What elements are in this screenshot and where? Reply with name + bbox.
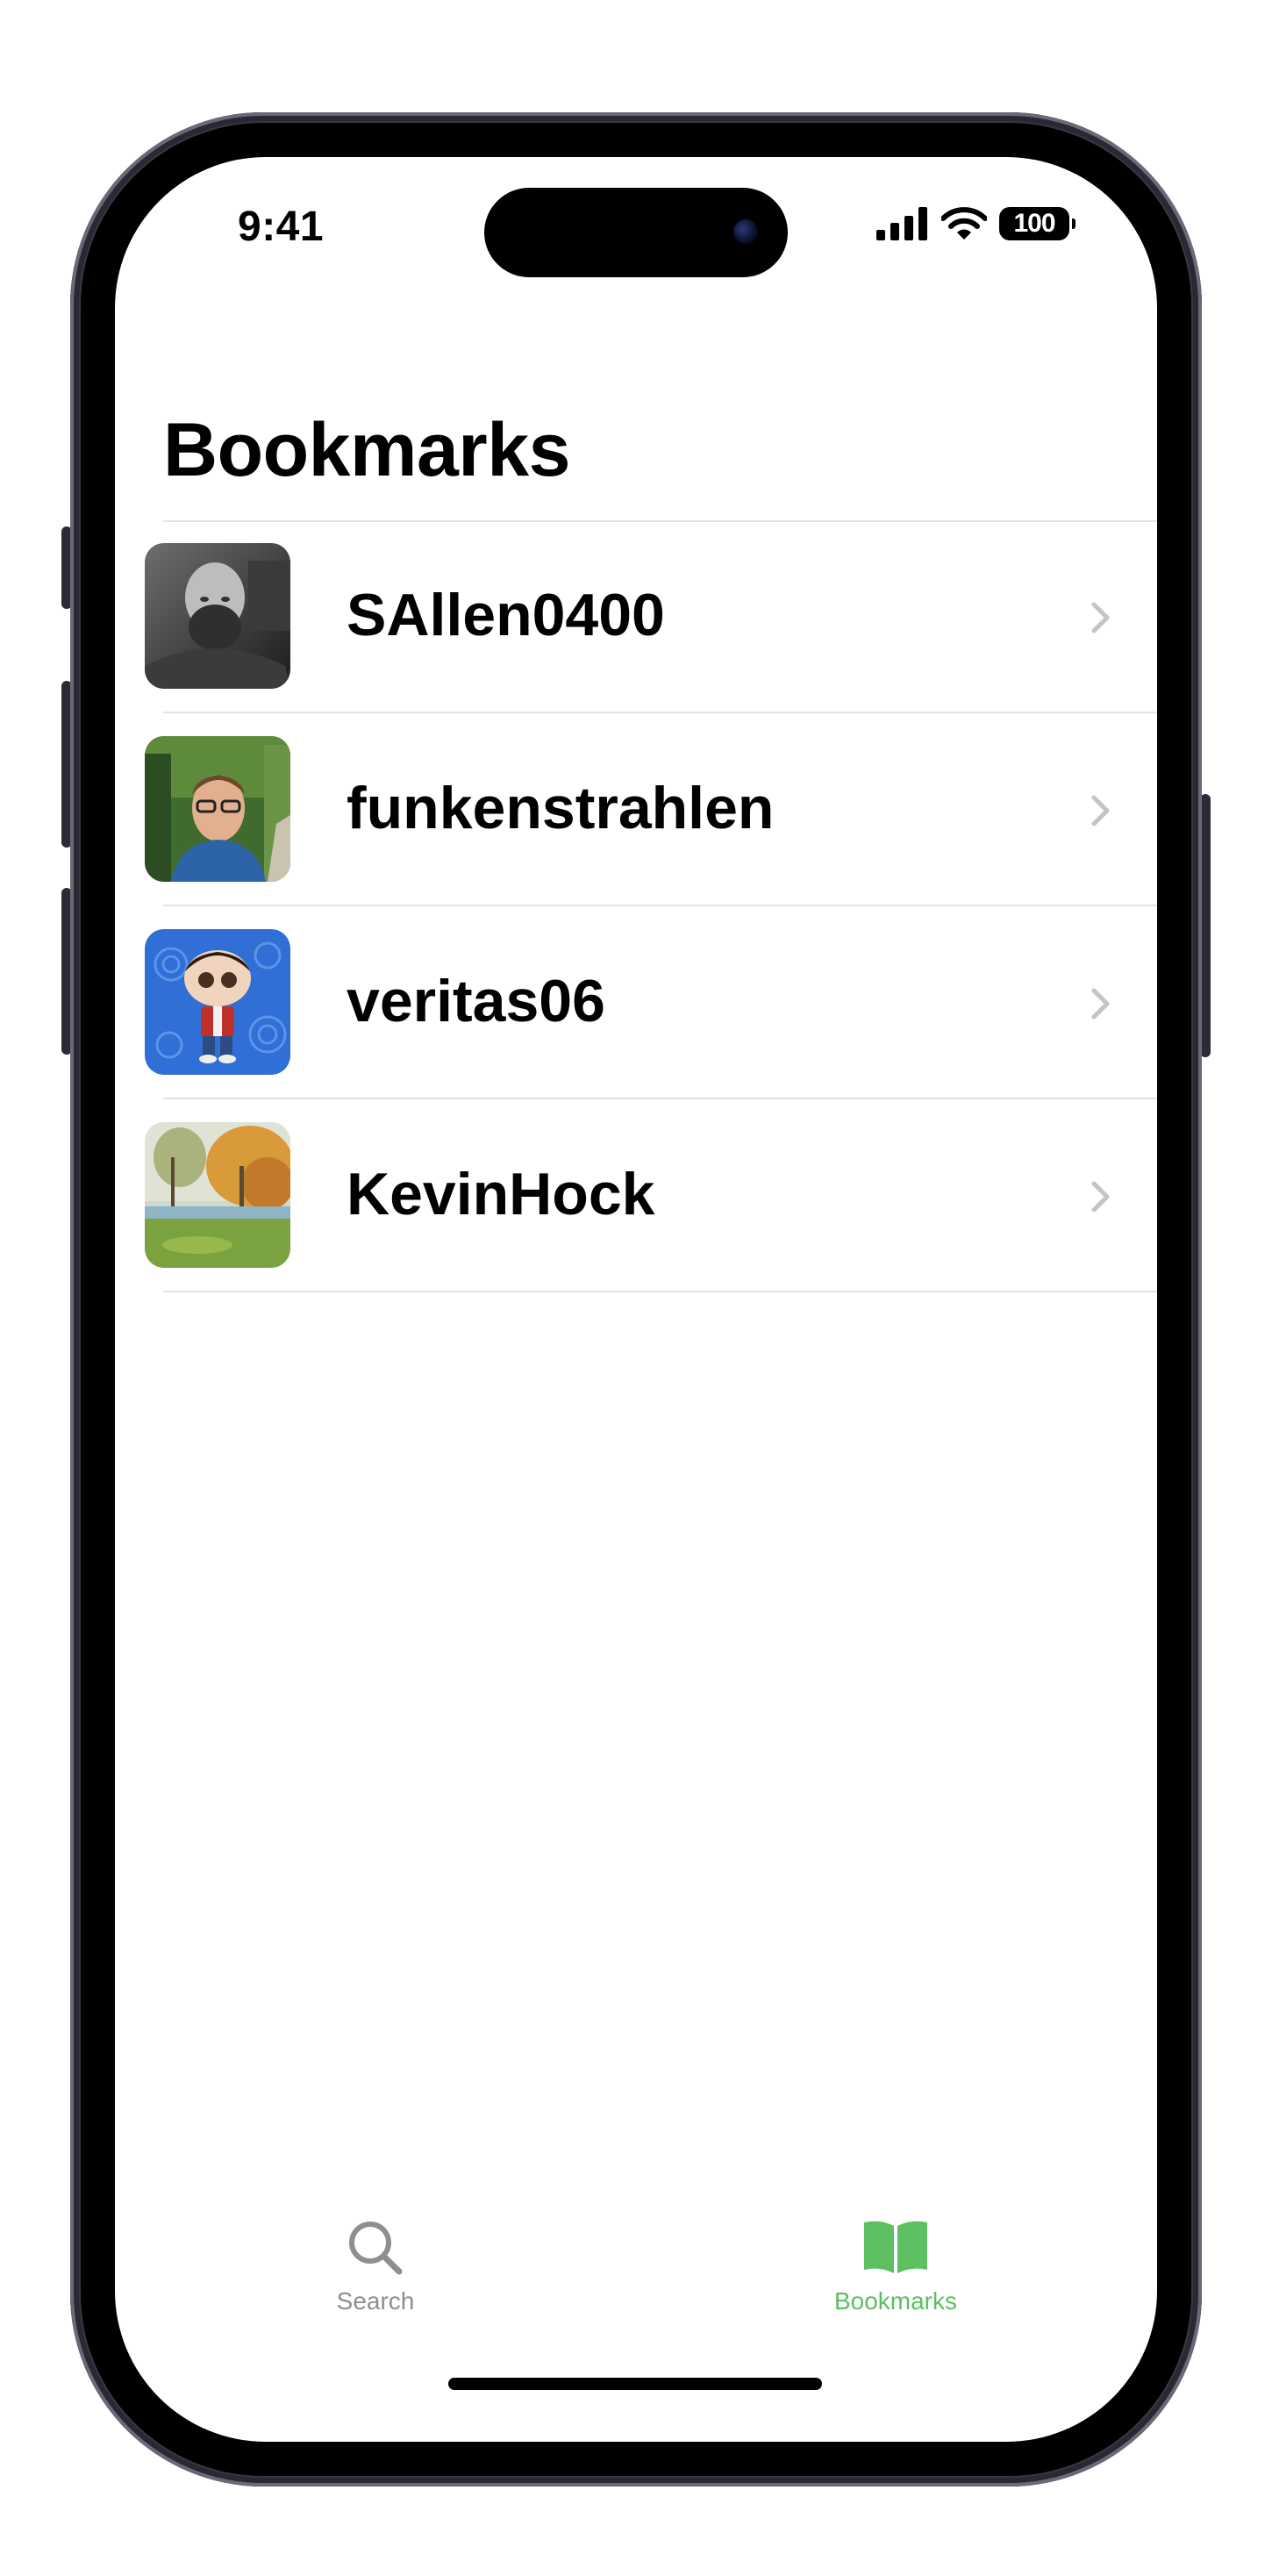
list-item[interactable]: KevinHock <box>115 1099 1157 1292</box>
status-time: 9:41 <box>238 204 325 250</box>
status-icons: 100 <box>876 206 1075 241</box>
list-item[interactable]: SAllen0400 <box>115 520 1157 713</box>
chevron-right-icon <box>1091 795 1110 826</box>
avatar <box>145 543 290 689</box>
avatar <box>145 736 290 882</box>
page-title: Bookmarks <box>163 408 570 492</box>
list-item[interactable]: funkenstrahlen <box>115 713 1157 906</box>
tab-bar: Search Bookmarks <box>115 2219 1157 2359</box>
wifi-icon <box>941 207 987 240</box>
battery-icon: 100 <box>999 207 1075 240</box>
bookmark-username: KevinHock <box>347 1161 655 1227</box>
home-indicator[interactable] <box>448 2378 822 2390</box>
avatar <box>145 929 290 1075</box>
chevron-right-icon <box>1091 988 1110 1020</box>
cellular-signal-icon <box>876 207 927 240</box>
bookmark-list: SAllen0400 funkenstrahlen veritas06 Kevi… <box>115 520 1157 1292</box>
list-item[interactable]: veritas06 <box>115 906 1157 1099</box>
bookmark-username: funkenstrahlen <box>347 775 775 841</box>
tab-search[interactable]: Search <box>261 2219 490 2315</box>
magnifying-glass-icon <box>349 2222 403 2275</box>
open-book-icon <box>864 2221 927 2273</box>
chevron-right-icon <box>1091 602 1110 633</box>
bookmark-username: veritas06 <box>347 968 605 1034</box>
avatar <box>145 1122 290 1268</box>
list-divider <box>163 1291 1157 1292</box>
chevron-right-icon <box>1091 1181 1110 1213</box>
tab-bookmarks[interactable]: Bookmarks <box>782 2219 1010 2315</box>
battery-level: 100 <box>1013 209 1055 238</box>
dynamic-island <box>484 188 788 277</box>
tab-bookmarks-label: Bookmarks <box>833 2287 958 2315</box>
tab-search-label: Search <box>336 2287 415 2315</box>
camera-icon <box>733 219 758 244</box>
bookmark-username: SAllen0400 <box>347 582 665 648</box>
screen: 9:41 100 Bookmarks SAllen0400 funkenstra… <box>115 157 1157 2442</box>
